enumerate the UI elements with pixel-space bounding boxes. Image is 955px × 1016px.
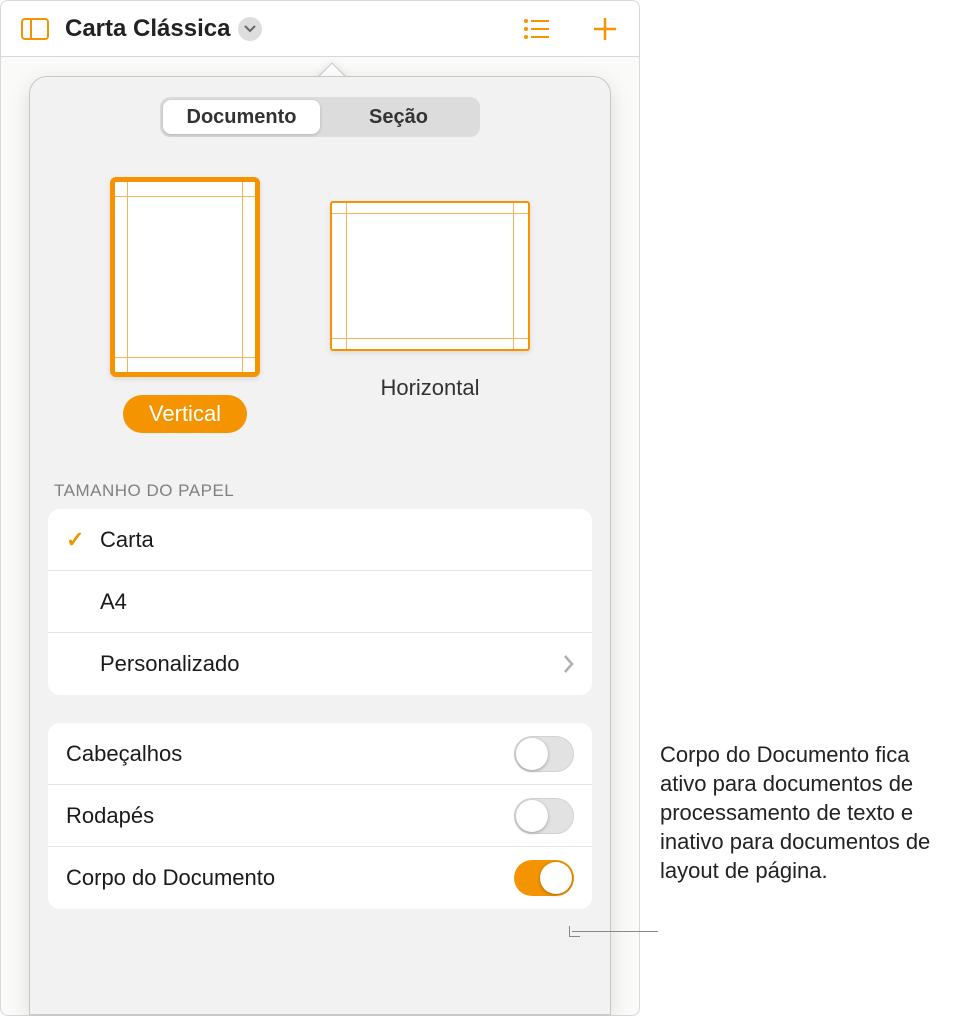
toggle-headers-switch[interactable] [514,736,574,772]
paper-option-a4-label: A4 [100,589,574,615]
toggle-footers-row: Rodapés [48,785,592,847]
popover-arrow [311,57,351,77]
check-icon: ✓ [66,527,100,553]
app-window: Carta Clássica [0,0,640,1016]
document-title: Carta Clássica [65,15,230,43]
toggle-headers-row: Cabeçalhos [48,723,592,785]
paper-option-a4[interactable]: ✓ A4 [48,571,592,633]
paper-option-carta[interactable]: ✓ Carta [48,509,592,571]
orientation-horizontal-label: Horizontal [380,369,479,407]
callout-leader-line [572,931,658,932]
toggle-headers-label: Cabeçalhos [66,741,514,767]
toggle-body-row: Corpo do Documento [48,847,592,909]
orientation-row: Vertical Horizontal [48,177,592,433]
tab-segmented-control: Documento Seção [160,97,480,137]
tab-secao[interactable]: Seção [320,100,477,134]
toggle-body-switch[interactable] [514,860,574,896]
sidebar-toggle-button[interactable] [15,9,55,49]
chevron-down-icon [238,17,262,41]
document-settings-popover: Documento Seção Vertical Horizontal [29,76,611,1015]
tab-documento[interactable]: Documento [163,100,320,134]
orientation-horizontal-preview [330,201,530,351]
list-view-button[interactable] [517,9,557,49]
paper-option-custom[interactable]: ✓ Personalizado [48,633,592,695]
orientation-vertical-preview [110,177,260,377]
toolbar: Carta Clássica [1,1,639,57]
orientation-horizontal[interactable]: Horizontal [330,177,530,433]
paper-size-header: Tamanho do Papel [54,481,592,501]
toggles-list: Cabeçalhos Rodapés Corpo do Documento [48,723,592,909]
add-button[interactable] [585,9,625,49]
paper-size-list: ✓ Carta ✓ A4 ✓ Personalizado [48,509,592,695]
orientation-vertical-label: Vertical [123,395,247,433]
orientation-vertical[interactable]: Vertical [110,177,260,433]
toolbar-right [517,9,625,49]
toggle-body-label: Corpo do Documento [66,865,514,891]
chevron-right-icon [564,649,574,680]
paper-option-custom-label: Personalizado [100,651,564,677]
toggle-footers-switch[interactable] [514,798,574,834]
callout-text: Corpo do Documento fica ativo para docum… [660,740,940,885]
document-title-dropdown[interactable]: Carta Clássica [65,15,517,43]
paper-option-carta-label: Carta [100,527,574,553]
toggle-footers-label: Rodapés [66,803,514,829]
